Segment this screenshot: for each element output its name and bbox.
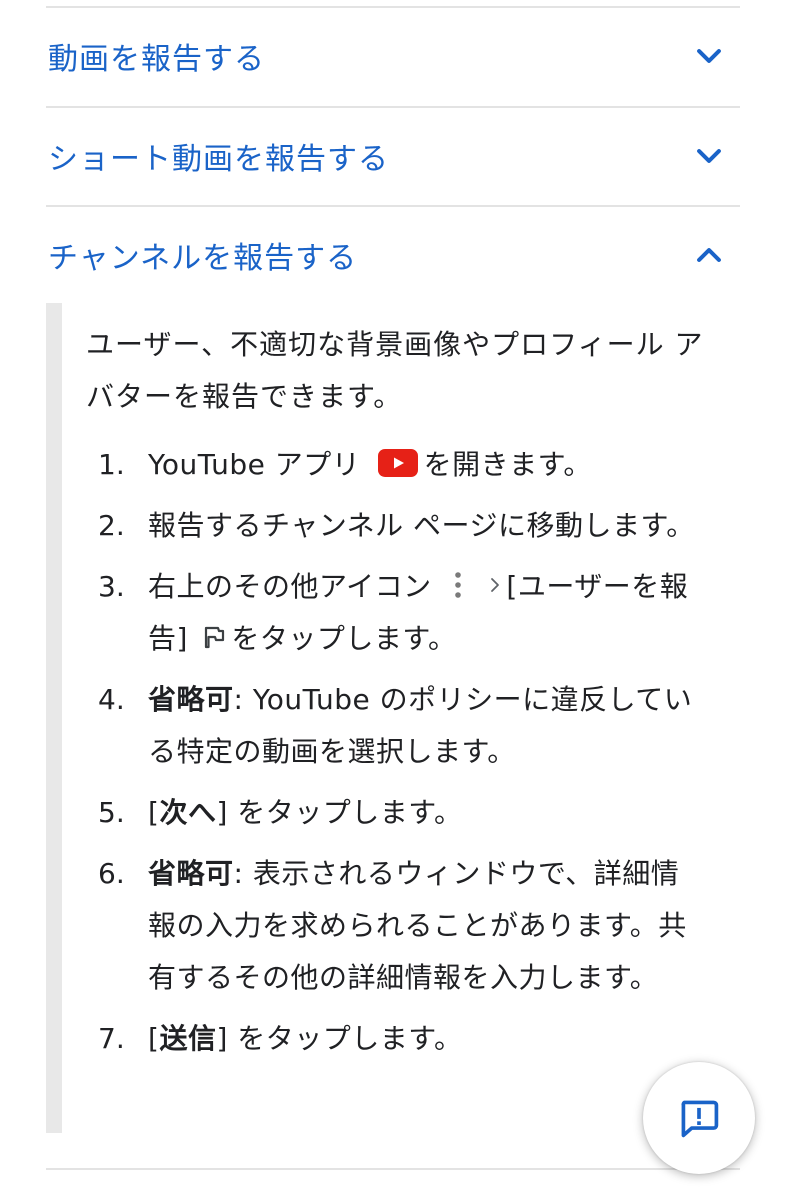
step-bold: 省略可 <box>148 857 234 890</box>
step-number: 3. <box>98 570 125 603</box>
step-number: 1. <box>98 448 125 481</box>
step-text: [次へ] をタップします。 <box>148 787 704 839</box>
step-text-after: を開きます。 <box>423 448 592 481</box>
accordion-title: 動画を報告する <box>48 42 265 77</box>
list-item: 4. 省略可: YouTube のポリシーに違反している特定の動画を選択します。 <box>94 674 704 778</box>
step-number: 7. <box>98 1022 125 1055</box>
step-text-rest: ] をタップします。 <box>216 1022 463 1055</box>
chevron-right-icon <box>491 578 500 592</box>
step-text-before: YouTube アプリ <box>148 448 361 481</box>
accordion-report-shorts[interactable]: ショート動画を報告する <box>46 108 740 204</box>
step-text: 報告するチャンネル ページに移動します。 <box>148 509 695 542</box>
step-bold: 省略可 <box>148 683 234 716</box>
accordion-panel-channel: ユーザー、不適切な背景画像やプロフィール アバターを報告できます。 1. You… <box>46 303 740 1133</box>
step-text-rest: ] をタップします。 <box>216 796 463 829</box>
divider <box>46 1168 740 1170</box>
youtube-icon <box>377 449 418 477</box>
steps-list: 1. YouTube アプリ を開きます。 2. 報告するチャンネル ページに移… <box>94 439 704 1074</box>
step-number: 2. <box>98 509 125 542</box>
panel-left-bar <box>46 303 62 1133</box>
step-text: 省略可: YouTube のポリシーに違反している特定の動画を選択します。 <box>148 674 704 778</box>
accordion-title: ショート動画を報告する <box>48 142 389 177</box>
chevron-down-icon <box>697 149 721 163</box>
list-item: 5. [次へ] をタップします。 <box>94 787 704 839</box>
step-number: 4. <box>98 683 125 716</box>
list-item: 7. [送信] をタップします。 <box>94 1013 704 1065</box>
list-item: 3. 右上のその他アイコン [ユーザーを報告] をタップします。 <box>94 561 704 665</box>
feedback-icon <box>681 1100 719 1138</box>
flag-icon <box>205 626 225 649</box>
chevron-down-icon <box>697 49 721 63</box>
step-number: 6. <box>98 857 125 890</box>
step-bracket: [ <box>148 796 160 829</box>
list-item: 2. 報告するチャンネル ページに移動します。 <box>94 500 704 552</box>
list-item: 1. YouTube アプリ を開きます。 <box>94 439 704 491</box>
step-text-after: をタップします。 <box>231 622 457 655</box>
step-text: [送信] をタップします。 <box>148 1013 704 1065</box>
step-text: 右上のその他アイコン [ユーザーを報告] をタップします。 <box>148 561 704 665</box>
list-item: 6. 省略可: 表示されるウィンドウで、詳細情報の入力を求められることがあります… <box>94 848 704 1004</box>
chevron-up-icon <box>697 248 721 262</box>
step-number: 5. <box>98 796 125 829</box>
accordion-title: チャンネルを報告する <box>48 241 358 276</box>
intro-text: ユーザー、不適切な背景画像やプロフィール アバターを報告できます。 <box>86 328 704 413</box>
accordion-report-channel[interactable]: チャンネルを報告する <box>46 207 740 303</box>
step-bold: 送信 <box>159 1022 217 1055</box>
step-text: YouTube アプリ を開きます。 <box>148 439 704 491</box>
help-page: 動画を報告する ショート動画を報告する チャンネルを報告する ユーザー、不適切な… <box>0 0 789 1200</box>
step-bracket: [ <box>148 1022 160 1055</box>
step-bold: 次へ <box>159 796 217 829</box>
feedback-button[interactable] <box>643 1062 755 1174</box>
step-text-before: 右上のその他アイコン <box>148 570 432 603</box>
accordion-report-video[interactable]: 動画を報告する <box>46 8 740 104</box>
step-text: 省略可: 表示されるウィンドウで、詳細情報の入力を求められることがあります。共有… <box>148 848 704 1004</box>
more-vert-icon <box>455 572 461 598</box>
